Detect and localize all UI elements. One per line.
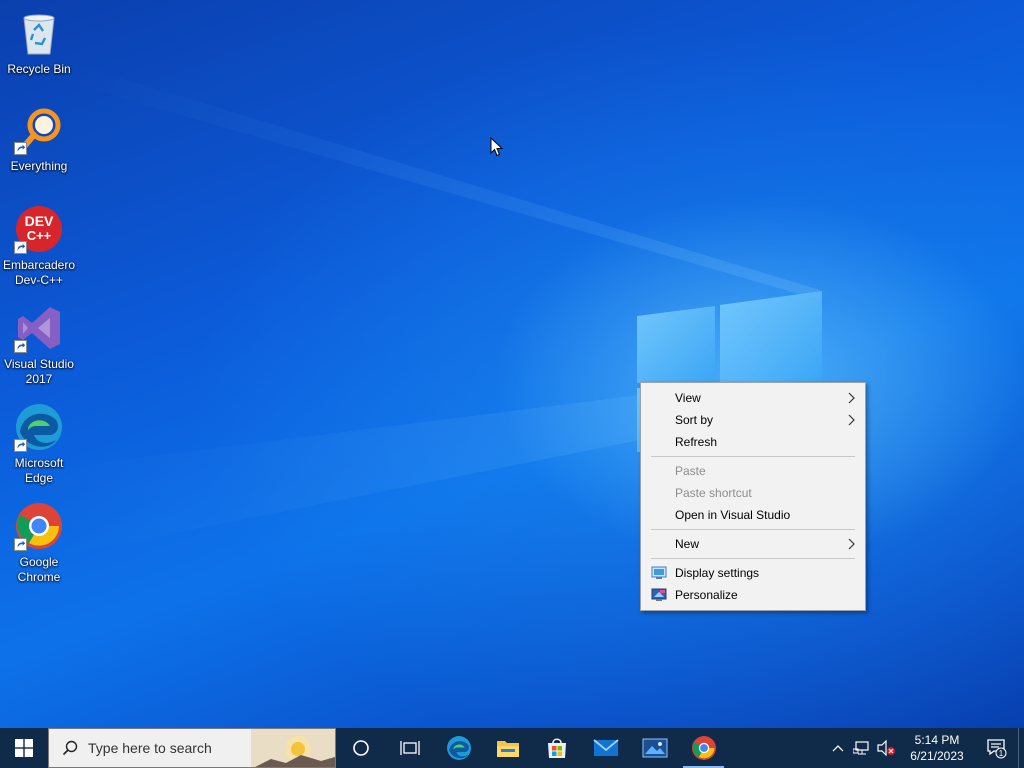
chrome-icon: [14, 501, 64, 551]
system-tray: 5:14 PM 6/21/2023 1: [826, 728, 1024, 768]
menu-item-label: Sort by: [675, 413, 714, 427]
taskbar-task-view-button[interactable]: [385, 728, 434, 768]
menu-item-open-in-visual-studio[interactable]: Open in Visual Studio: [641, 504, 865, 526]
menu-item-paste: Paste: [641, 460, 865, 482]
menu-separator: [651, 529, 855, 530]
search-placeholder: Type here to search: [88, 740, 212, 756]
clock-time: 5:14 PM: [914, 733, 960, 747]
taskbar-microsoft-store-button[interactable]: [532, 728, 581, 768]
notification-count: 1: [999, 749, 1004, 758]
shortcut-arrow-icon: [14, 241, 27, 254]
windows-start-icon: [15, 739, 33, 757]
menu-item-sort-by[interactable]: Sort by: [641, 409, 865, 431]
menu-item-label: Paste: [675, 464, 706, 478]
desktop-icon-chrome[interactable]: Google Chrome: [0, 501, 78, 585]
menu-item-personalize[interactable]: Personalize: [641, 584, 865, 606]
desktop-icon-label: Everything: [10, 159, 68, 173]
clock-date: 6/21/2023: [910, 749, 964, 763]
menu-item-label: Personalize: [675, 588, 738, 602]
menu-item-label: New: [675, 537, 700, 551]
taskbar-file-explorer-button[interactable]: [483, 728, 532, 768]
menu-item-label: View: [675, 391, 701, 405]
desktop-icon-visual-studio[interactable]: Visual Studio 2017: [0, 303, 78, 387]
desktop-icon-edge[interactable]: Microsoft Edge: [0, 402, 78, 486]
visual-studio-icon: [14, 303, 64, 353]
desktop-icon-label: Recycle Bin: [7, 62, 71, 76]
shortcut-arrow-icon: [14, 340, 27, 353]
menu-item-label: Paste shortcut: [675, 486, 752, 500]
desktop[interactable]: Recycle Bin Everything DEV C++ Embarcade…: [0, 0, 1024, 728]
desktop-context-menu: View Sort by Refresh Paste Paste shortcut Ope…: [640, 382, 866, 611]
network-icon[interactable]: [850, 728, 874, 768]
taskbar-chrome-button[interactable]: [679, 728, 728, 768]
desktop-icon-everything-search[interactable]: Everything: [0, 105, 78, 174]
taskbar: Type here to search 5:14 PM 6/21/2023 1: [0, 728, 1024, 768]
show-desktop-button[interactable]: [1018, 728, 1024, 768]
menu-item-paste-shortcut: Paste shortcut: [641, 482, 865, 504]
mouse-cursor: [490, 137, 504, 157]
mail-icon: [592, 738, 619, 758]
windows-logo-wallpaper: [40, 60, 822, 560]
shortcut-arrow-icon: [14, 439, 27, 452]
devcpp-icon-text-top: DEV: [25, 213, 54, 229]
taskbar-photos-button[interactable]: [630, 728, 679, 768]
menu-item-refresh[interactable]: Refresh: [641, 431, 865, 453]
svg-text:C++: C++: [27, 228, 52, 243]
desktop-icon-label: Embarcadero Dev-C++: [2, 258, 76, 287]
cortana-icon: [352, 739, 370, 757]
submenu-arrow-icon: [848, 414, 855, 426]
desktop-icon-recycle-bin[interactable]: Recycle Bin: [0, 8, 78, 77]
edge-icon: [446, 735, 472, 761]
chrome-icon: [691, 735, 717, 761]
chevron-up-icon[interactable]: [826, 728, 850, 768]
photos-icon: [642, 737, 668, 759]
everything-search-icon: [14, 105, 64, 155]
menu-item-label: Refresh: [675, 435, 718, 449]
submenu-arrow-icon: [848, 538, 855, 550]
search-icon: [62, 740, 78, 756]
shortcut-arrow-icon: [14, 538, 27, 551]
taskbar-search-box[interactable]: Type here to search: [48, 728, 336, 768]
menu-item-label: Open in Visual Studio: [675, 508, 791, 522]
search-highlight-art: [251, 729, 335, 767]
edge-icon: [14, 402, 64, 452]
tray-icon-group: [826, 728, 898, 768]
shortcut-arrow-icon: [14, 142, 27, 155]
desktop-icon-devcpp[interactable]: DEV C++ Embarcadero Dev-C++: [0, 204, 78, 288]
clock[interactable]: 5:14 PM 6/21/2023: [898, 732, 976, 764]
menu-separator: [651, 558, 855, 559]
start-button[interactable]: [0, 728, 48, 768]
submenu-arrow-icon: [848, 392, 855, 404]
menu-separator: [651, 456, 855, 457]
task-view-icon: [399, 739, 420, 757]
desktop-icon-label: Google Chrome: [17, 555, 61, 584]
recycle-bin-icon: [14, 8, 64, 58]
menu-item-label: Display settings: [675, 566, 760, 580]
notification-icon: 1: [987, 739, 1007, 759]
pinned-apps: [336, 728, 728, 768]
menu-item-new[interactable]: New: [641, 533, 865, 555]
personalize-icon: [651, 588, 667, 601]
file-explorer-icon: [496, 737, 520, 759]
devcpp-icon: DEV C++: [14, 204, 64, 254]
desktop-icon-label: Visual Studio 2017: [4, 357, 74, 386]
volume-muted-icon[interactable]: [874, 728, 898, 768]
microsoft-store-icon: [545, 736, 569, 760]
taskbar-cortana-button[interactable]: [336, 728, 385, 768]
desktop-icon-label: Microsoft Edge: [14, 456, 64, 485]
action-center-button[interactable]: 1: [976, 728, 1018, 768]
menu-item-display-settings[interactable]: Display settings: [641, 562, 865, 584]
menu-item-view[interactable]: View: [641, 387, 865, 409]
taskbar-edge-button[interactable]: [434, 728, 483, 768]
display-settings-icon: [651, 566, 667, 579]
taskbar-mail-button[interactable]: [581, 728, 630, 768]
